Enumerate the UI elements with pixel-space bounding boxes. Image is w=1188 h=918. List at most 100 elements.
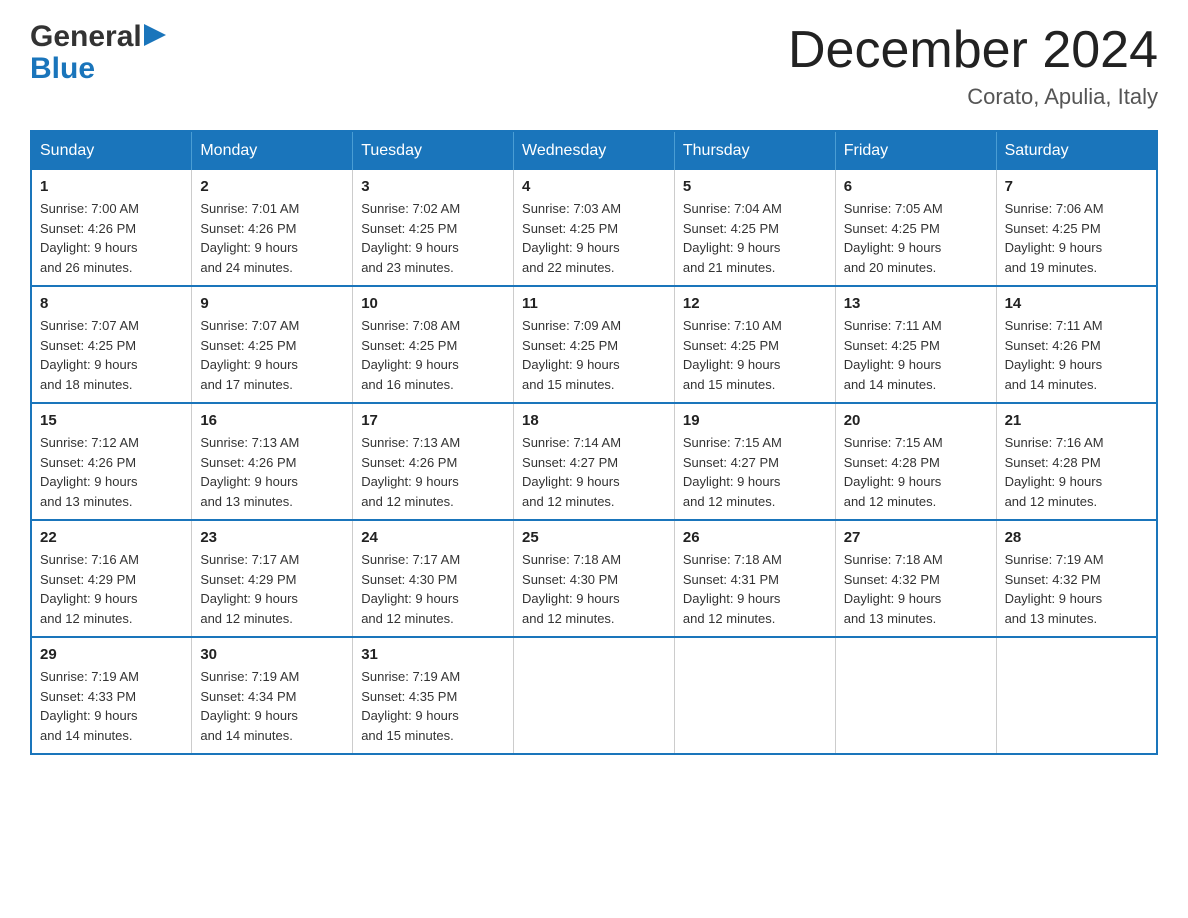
day-number: 22 — [40, 529, 183, 546]
calendar-cell: 3 Sunrise: 7:02 AMSunset: 4:25 PMDaylight… — [353, 170, 514, 286]
page-header: General Blue December 2024 Corato, Apuli… — [30, 20, 1158, 110]
calendar-header-thursday: Thursday — [674, 131, 835, 170]
day-info: Sunrise: 7:16 AMSunset: 4:29 PMDaylight:… — [40, 550, 183, 628]
calendar-cell — [835, 637, 996, 754]
day-number: 5 — [683, 178, 827, 195]
calendar-cell — [514, 637, 675, 754]
logo: General Blue — [30, 20, 166, 86]
day-number: 9 — [200, 295, 344, 312]
day-info: Sunrise: 7:19 AMSunset: 4:34 PMDaylight:… — [200, 667, 344, 745]
logo-triangle-icon — [144, 24, 166, 46]
calendar-cell: 1 Sunrise: 7:00 AMSunset: 4:26 PMDaylight… — [31, 170, 192, 286]
day-number: 26 — [683, 529, 827, 546]
calendar-cell: 23 Sunrise: 7:17 AMSunset: 4:29 PMDayligh… — [192, 520, 353, 637]
month-title: December 2024 — [788, 20, 1158, 80]
day-number: 10 — [361, 295, 505, 312]
day-info: Sunrise: 7:18 AMSunset: 4:31 PMDaylight:… — [683, 550, 827, 628]
day-number: 29 — [40, 646, 183, 663]
day-info: Sunrise: 7:14 AMSunset: 4:27 PMDaylight:… — [522, 433, 666, 511]
calendar-table: SundayMondayTuesdayWednesdayThursdayFrid… — [30, 130, 1158, 755]
calendar-cell: 25 Sunrise: 7:18 AMSunset: 4:30 PMDayligh… — [514, 520, 675, 637]
calendar-cell: 12Sunrise: 7:10 AMSunset: 4:25 PMDayligh… — [674, 286, 835, 403]
day-info: Sunrise: 7:02 AMSunset: 4:25 PMDaylight:… — [361, 199, 505, 277]
day-info: Sunrise: 7:04 AMSunset: 4:25 PMDaylight:… — [683, 199, 827, 277]
day-number: 6 — [844, 178, 988, 195]
day-number: 1 — [40, 178, 183, 195]
calendar-week-row: 29Sunrise: 7:19 AMSunset: 4:33 PMDayligh… — [31, 637, 1157, 754]
day-info: Sunrise: 7:19 AMSunset: 4:35 PMDaylight:… — [361, 667, 505, 745]
day-info: Sunrise: 7:00 AMSunset: 4:26 PMDaylight:… — [40, 199, 183, 277]
calendar-header-saturday: Saturday — [996, 131, 1157, 170]
calendar-week-row: 8Sunrise: 7:07 AMSunset: 4:25 PMDaylight… — [31, 286, 1157, 403]
day-number: 4 — [522, 178, 666, 195]
calendar-cell — [674, 637, 835, 754]
day-number: 30 — [200, 646, 344, 663]
calendar-cell: 22 Sunrise: 7:16 AMSunset: 4:29 PMDayligh… — [31, 520, 192, 637]
calendar-cell: 13 Sunrise: 7:11 AMSunset: 4:25 PMDayligh… — [835, 286, 996, 403]
calendar-cell: 7 Sunrise: 7:06 AMSunset: 4:25 PMDaylight… — [996, 170, 1157, 286]
calendar-header-monday: Monday — [192, 131, 353, 170]
day-number: 13 — [844, 295, 988, 312]
calendar-cell: 10 Sunrise: 7:08 AMSunset: 4:25 PMDayligh… — [353, 286, 514, 403]
calendar-cell: 6 Sunrise: 7:05 AMSunset: 4:25 PMDaylight… — [835, 170, 996, 286]
calendar-header-sunday: Sunday — [31, 131, 192, 170]
day-number: 25 — [522, 529, 666, 546]
day-info: Sunrise: 7:18 AMSunset: 4:32 PMDaylight:… — [844, 550, 988, 628]
day-number: 15 — [40, 412, 183, 429]
day-info: Sunrise: 7:11 AMSunset: 4:25 PMDaylight:… — [844, 316, 988, 394]
calendar-cell: 29Sunrise: 7:19 AMSunset: 4:33 PMDayligh… — [31, 637, 192, 754]
calendar-cell: 24Sunrise: 7:17 AMSunset: 4:30 PMDayligh… — [353, 520, 514, 637]
day-info: Sunrise: 7:10 AMSunset: 4:25 PMDaylight:… — [683, 316, 827, 394]
day-number: 21 — [1005, 412, 1148, 429]
calendar-cell: 16Sunrise: 7:13 AMSunset: 4:26 PMDayligh… — [192, 403, 353, 520]
calendar-cell: 17Sunrise: 7:13 AMSunset: 4:26 PMDayligh… — [353, 403, 514, 520]
day-info: Sunrise: 7:11 AMSunset: 4:26 PMDaylight:… — [1005, 316, 1148, 394]
calendar-cell: 8Sunrise: 7:07 AMSunset: 4:25 PMDaylight… — [31, 286, 192, 403]
day-number: 19 — [683, 412, 827, 429]
calendar-cell: 20 Sunrise: 7:15 AMSunset: 4:28 PMDayligh… — [835, 403, 996, 520]
day-number: 27 — [844, 529, 988, 546]
day-info: Sunrise: 7:19 AMSunset: 4:32 PMDaylight:… — [1005, 550, 1148, 628]
calendar-cell: 31 Sunrise: 7:19 AMSunset: 4:35 PMDayligh… — [353, 637, 514, 754]
day-number: 2 — [200, 178, 344, 195]
day-number: 28 — [1005, 529, 1148, 546]
logo-general: General — [30, 20, 142, 54]
title-area: December 2024 Corato, Apulia, Italy — [788, 20, 1158, 110]
day-info: Sunrise: 7:18 AMSunset: 4:30 PMDaylight:… — [522, 550, 666, 628]
day-number: 31 — [361, 646, 505, 663]
day-info: Sunrise: 7:07 AMSunset: 4:25 PMDaylight:… — [40, 316, 183, 394]
day-info: Sunrise: 7:08 AMSunset: 4:25 PMDaylight:… — [361, 316, 505, 394]
calendar-cell: 18 Sunrise: 7:14 AMSunset: 4:27 PMDayligh… — [514, 403, 675, 520]
day-info: Sunrise: 7:05 AMSunset: 4:25 PMDaylight:… — [844, 199, 988, 277]
day-number: 17 — [361, 412, 505, 429]
day-info: Sunrise: 7:12 AMSunset: 4:26 PMDaylight:… — [40, 433, 183, 511]
day-number: 18 — [522, 412, 666, 429]
calendar-cell: 14Sunrise: 7:11 AMSunset: 4:26 PMDayligh… — [996, 286, 1157, 403]
calendar-cell: 27 Sunrise: 7:18 AMSunset: 4:32 PMDayligh… — [835, 520, 996, 637]
calendar-header-wednesday: Wednesday — [514, 131, 675, 170]
day-info: Sunrise: 7:07 AMSunset: 4:25 PMDaylight:… — [200, 316, 344, 394]
location-text: Corato, Apulia, Italy — [788, 84, 1158, 110]
calendar-cell: 4 Sunrise: 7:03 AMSunset: 4:25 PMDaylight… — [514, 170, 675, 286]
calendar-cell: 15 Sunrise: 7:12 AMSunset: 4:26 PMDayligh… — [31, 403, 192, 520]
calendar-header-friday: Friday — [835, 131, 996, 170]
day-number: 23 — [200, 529, 344, 546]
calendar-week-row: 22 Sunrise: 7:16 AMSunset: 4:29 PMDayligh… — [31, 520, 1157, 637]
day-info: Sunrise: 7:01 AMSunset: 4:26 PMDaylight:… — [200, 199, 344, 277]
calendar-header-row: SundayMondayTuesdayWednesdayThursdayFrid… — [31, 131, 1157, 170]
calendar-week-row: 1 Sunrise: 7:00 AMSunset: 4:26 PMDaylight… — [31, 170, 1157, 286]
day-info: Sunrise: 7:06 AMSunset: 4:25 PMDaylight:… — [1005, 199, 1148, 277]
day-number: 3 — [361, 178, 505, 195]
day-info: Sunrise: 7:15 AMSunset: 4:27 PMDaylight:… — [683, 433, 827, 511]
calendar-cell: 9 Sunrise: 7:07 AMSunset: 4:25 PMDaylight… — [192, 286, 353, 403]
logo-blue: Blue — [30, 52, 95, 86]
day-info: Sunrise: 7:17 AMSunset: 4:29 PMDaylight:… — [200, 550, 344, 628]
calendar-cell — [996, 637, 1157, 754]
day-number: 7 — [1005, 178, 1148, 195]
calendar-week-row: 15 Sunrise: 7:12 AMSunset: 4:26 PMDayligh… — [31, 403, 1157, 520]
day-info: Sunrise: 7:03 AMSunset: 4:25 PMDaylight:… — [522, 199, 666, 277]
day-number: 24 — [361, 529, 505, 546]
day-info: Sunrise: 7:15 AMSunset: 4:28 PMDaylight:… — [844, 433, 988, 511]
calendar-cell: 26 Sunrise: 7:18 AMSunset: 4:31 PMDayligh… — [674, 520, 835, 637]
day-number: 20 — [844, 412, 988, 429]
